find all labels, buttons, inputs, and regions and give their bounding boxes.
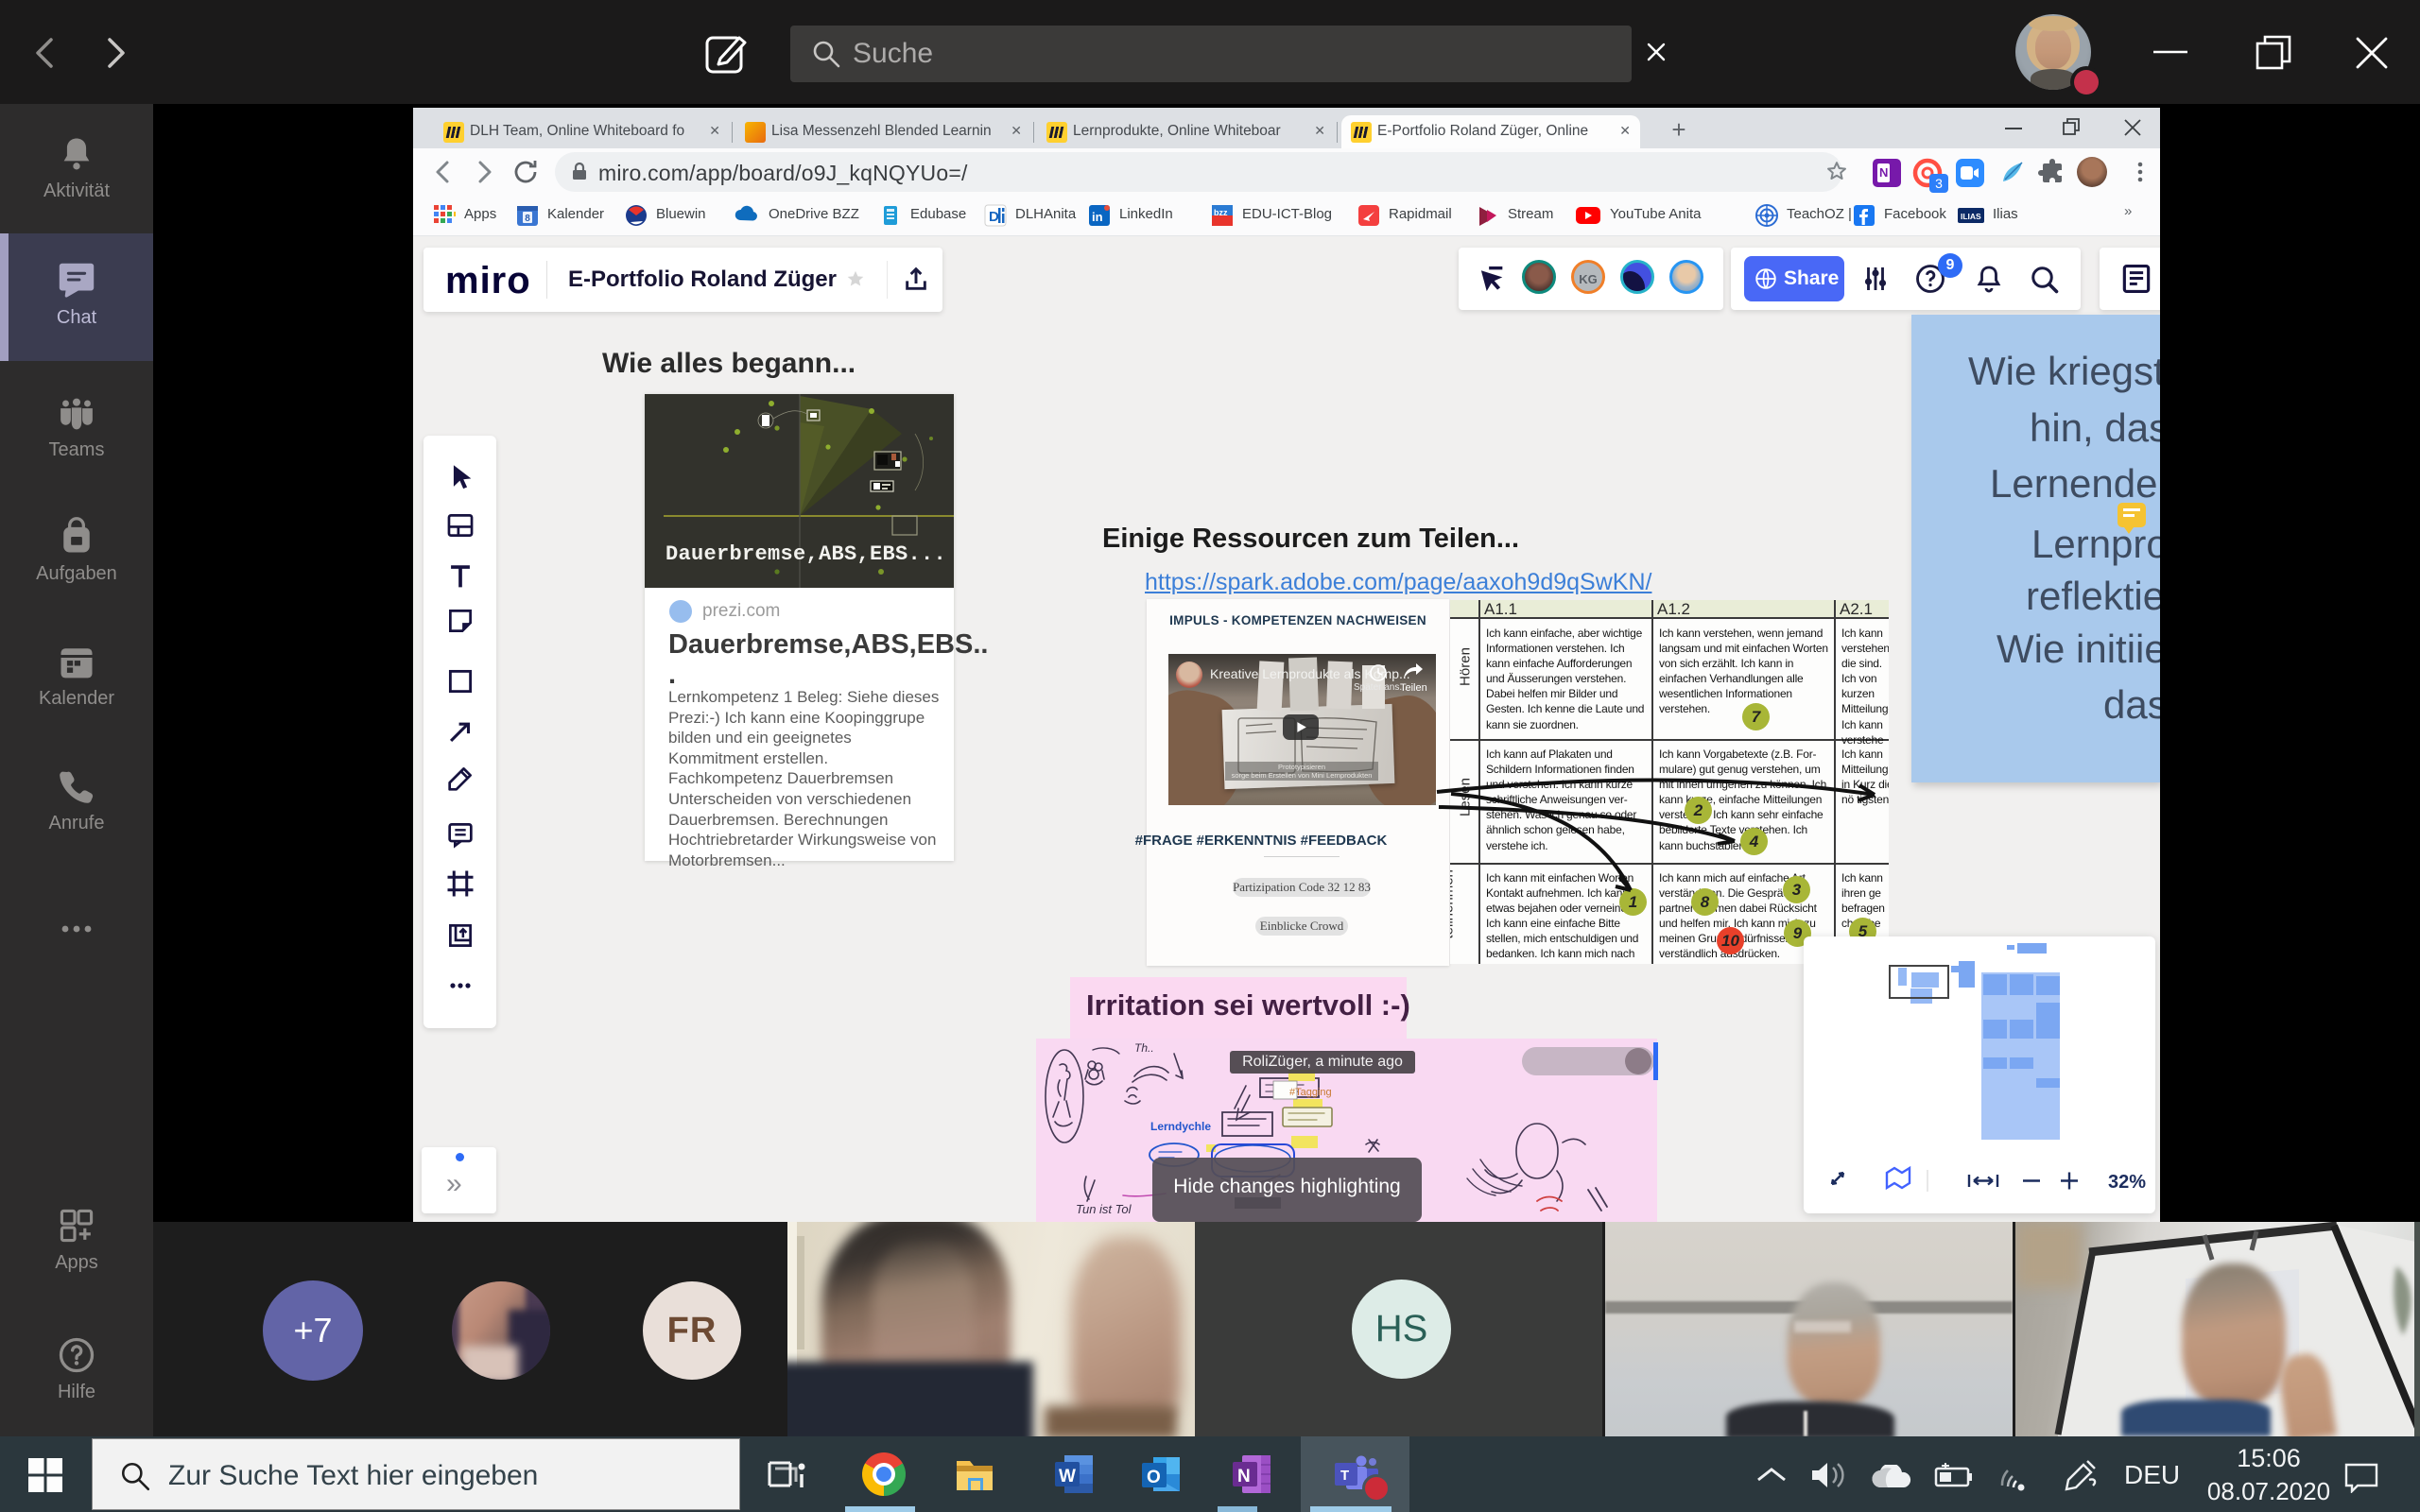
svg-text:bzz: bzz: [1214, 208, 1228, 217]
svg-text:O: O: [1147, 1468, 1161, 1487]
svg-text:Tun ist Tol: Tun ist Tol: [1076, 1202, 1132, 1216]
svg-text:8: 8: [525, 214, 530, 224]
svg-text:Th..: Th..: [1134, 1041, 1154, 1055]
svg-text:D: D: [989, 209, 999, 225]
svg-text:in: in: [1092, 210, 1103, 224]
svg-text:N: N: [1237, 1467, 1251, 1486]
svg-text:T: T: [1340, 1468, 1349, 1484]
svg-text:32%: 32%: [2108, 1172, 2146, 1193]
svg-text:ILIAS: ILIAS: [1961, 212, 1981, 221]
svg-text:Lerndychle: Lerndychle: [1150, 1120, 1211, 1133]
svg-text:W: W: [1059, 1467, 1076, 1486]
svg-text:#Tagging: #Tagging: [1289, 1087, 1332, 1098]
